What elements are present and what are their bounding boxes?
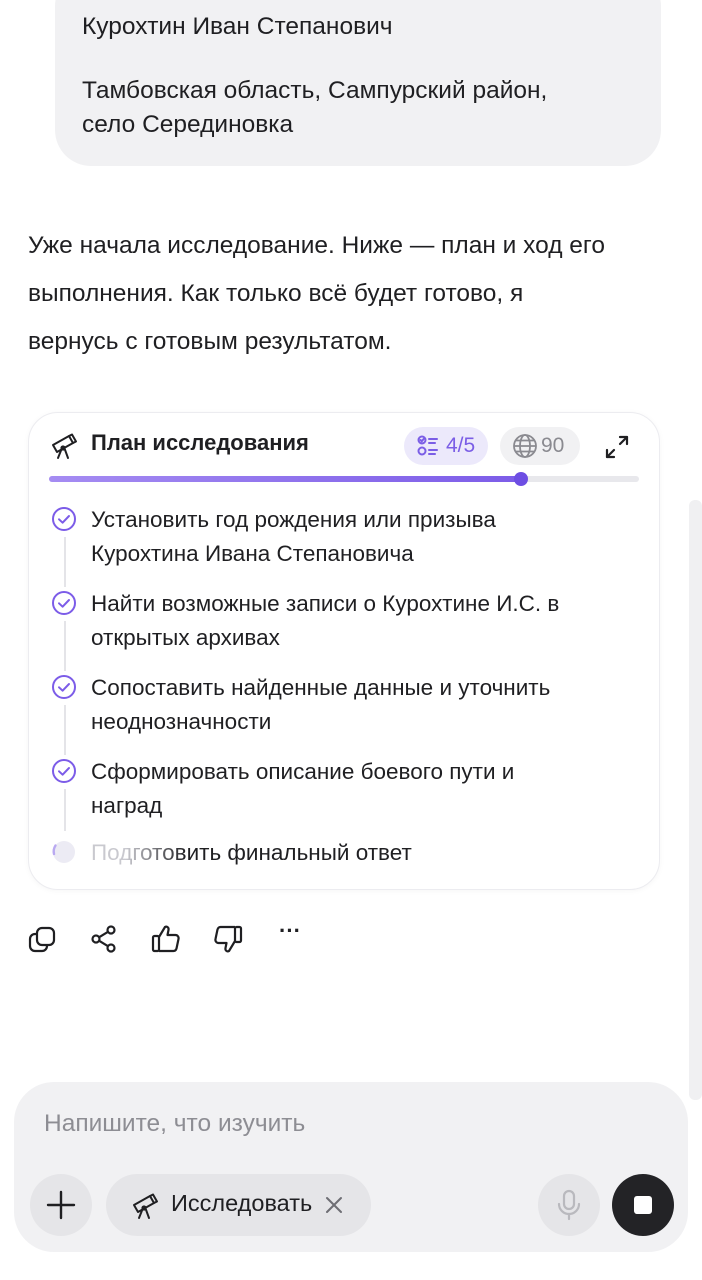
research-plan-header: План исследования 4/5 90 bbox=[29, 413, 659, 477]
thumbs-up-icon[interactable] bbox=[151, 922, 181, 956]
research-mode-chip[interactable]: Исследовать bbox=[106, 1174, 371, 1236]
loading-spinner-icon bbox=[52, 841, 75, 863]
user-message-location-line2: село Серединовка bbox=[82, 111, 294, 138]
check-circle-icon bbox=[52, 507, 76, 531]
message-input[interactable] bbox=[44, 1110, 644, 1138]
plan-step-label: Найти возможные записи о Курохтине И.С. … bbox=[91, 587, 631, 655]
research-plan-title: План исследования bbox=[91, 430, 309, 455]
thumbs-down-icon[interactable] bbox=[213, 922, 243, 956]
sources-count-text: 90 bbox=[541, 434, 565, 457]
assistant-message: Уже начала исследование. Ниже — план и х… bbox=[28, 222, 678, 366]
stop-icon bbox=[634, 1196, 652, 1214]
check-circle-icon bbox=[52, 675, 76, 699]
check-circle-icon bbox=[52, 591, 76, 615]
telescope-icon bbox=[133, 1193, 158, 1219]
plan-step-line2: открытых архивах bbox=[91, 625, 280, 650]
plan-step-line2: Курохтина Ивана Степановича bbox=[91, 541, 414, 566]
steps-progress-text: 4/5 bbox=[446, 434, 476, 457]
plan-step-line1: Сопоставить найденные данные и уточнить bbox=[91, 675, 551, 700]
assistant-message-line3: вернусь с готовым результатом. bbox=[28, 328, 392, 355]
globe-icon bbox=[513, 434, 537, 458]
message-actions: ··· bbox=[27, 918, 327, 958]
plus-icon bbox=[46, 1190, 76, 1220]
share-icon[interactable] bbox=[89, 922, 119, 956]
close-icon[interactable] bbox=[324, 1195, 344, 1215]
user-message-name: Курохтин Иван Степанович bbox=[82, 13, 393, 40]
telescope-icon bbox=[52, 433, 77, 459]
composer: Исследовать bbox=[14, 1082, 688, 1252]
plan-step-line1: Найти возможные записи о Курохтине И.С. … bbox=[91, 591, 560, 616]
add-attachment-button[interactable] bbox=[30, 1174, 92, 1236]
plan-step-label: Установить год рождения или призыва Куро… bbox=[91, 503, 631, 571]
plan-step-label: Сопоставить найденные данные и уточнить … bbox=[91, 671, 631, 739]
steps-progress-badge[interactable]: 4/5 bbox=[404, 427, 488, 465]
step-connector bbox=[64, 705, 66, 755]
plan-step-line2: неоднозначности bbox=[91, 709, 272, 734]
user-message-bubble: Курохтин Иван Степанович Тамбовская обла… bbox=[55, 0, 661, 166]
research-progress-bar bbox=[49, 472, 639, 486]
step-connector bbox=[64, 621, 66, 671]
research-progress-knob bbox=[514, 472, 528, 486]
microphone-icon bbox=[557, 1189, 581, 1221]
step-connector bbox=[64, 537, 66, 587]
voice-input-button[interactable] bbox=[538, 1174, 600, 1236]
scrollbar[interactable] bbox=[689, 500, 702, 1100]
check-circle-icon bbox=[52, 759, 76, 783]
step-connector bbox=[64, 789, 66, 831]
research-mode-label: Исследовать bbox=[171, 1190, 313, 1216]
assistant-message-line1: Уже начала исследование. Ниже — план и х… bbox=[28, 232, 605, 259]
copy-icon[interactable] bbox=[27, 922, 57, 956]
plan-step-label: Сформировать описание боевого пути и наг… bbox=[91, 755, 631, 823]
plan-step-line1: Установить год рождения или призыва bbox=[91, 507, 496, 532]
plan-step-line1: Сформировать описание боевого пути и bbox=[91, 759, 515, 784]
stop-button[interactable] bbox=[612, 1174, 674, 1236]
more-icon[interactable]: ··· bbox=[273, 918, 307, 952]
sources-count-badge[interactable]: 90 bbox=[500, 427, 580, 465]
plan-step-line2: наград bbox=[91, 793, 163, 818]
research-progress-fill bbox=[49, 476, 521, 482]
checklist-icon bbox=[417, 435, 438, 456]
user-message-location-line1: Тамбовская область, Сампурский район, bbox=[82, 77, 548, 104]
research-plan-card: План исследования 4/5 90 Установить год … bbox=[28, 412, 660, 890]
expand-icon[interactable] bbox=[603, 433, 631, 461]
plan-step-label: Подготовить финальный ответ bbox=[91, 836, 631, 870]
assistant-message-line2: выполнения. Как только всё будет готово,… bbox=[28, 280, 524, 307]
